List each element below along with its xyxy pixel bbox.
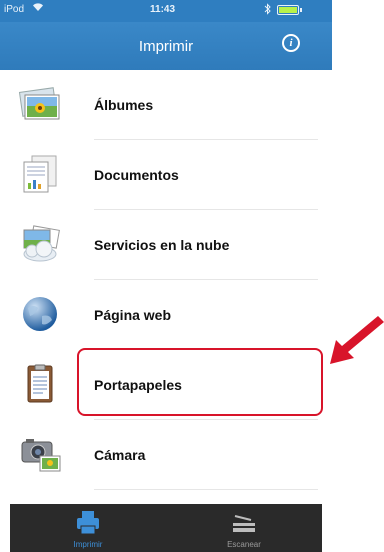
tab-imprimir[interactable]: Imprimir (10, 504, 166, 552)
menu-item-pagina-web[interactable]: Página web (0, 280, 332, 350)
battery-tip (300, 8, 302, 12)
tab-label: Escanear (227, 540, 261, 549)
menu-item-label: Cámara (94, 447, 146, 463)
tab-bar: Imprimir Escanear (10, 504, 322, 552)
menu-item-albumes[interactable]: Álbumes (0, 70, 332, 140)
tab-label: Imprimir (73, 540, 103, 549)
documents-icon (18, 154, 62, 194)
camera-icon (18, 434, 62, 474)
menu-item-label: Documentos (94, 167, 179, 183)
nav-bar: Imprimir i (0, 22, 332, 70)
cloud-services-icon (18, 224, 62, 264)
menu-item-documentos[interactable]: Documentos (0, 140, 332, 210)
globe-icon (18, 294, 62, 334)
menu-item-camara[interactable]: Cámara (0, 420, 332, 490)
menu-item-label: Servicios en la nube (94, 237, 230, 253)
tab-escanear[interactable]: Escanear (166, 504, 322, 552)
battery-icon (277, 5, 299, 15)
bluetooth-icon (264, 3, 271, 18)
app-screen: iPod 11:43 Imprimir i Álbumes Documentos… (0, 0, 332, 552)
photo-album-icon (18, 84, 62, 124)
row-divider (94, 489, 318, 490)
wifi-icon (32, 2, 44, 15)
status-bar: iPod 11:43 (0, 0, 332, 22)
highlight-box (77, 348, 323, 416)
menu-item-label: Álbumes (94, 97, 154, 113)
info-icon[interactable]: i (282, 34, 300, 52)
menu-item-servicios-nube[interactable]: Servicios en la nube (0, 210, 332, 280)
menu-item-label: Página web (94, 307, 172, 323)
pointer-arrow-icon (328, 312, 384, 368)
clock: 11:43 (150, 4, 176, 15)
printer-icon (74, 510, 102, 536)
clipboard-icon (18, 364, 62, 404)
carrier-label: iPod (4, 4, 25, 15)
scanner-icon (230, 510, 258, 536)
